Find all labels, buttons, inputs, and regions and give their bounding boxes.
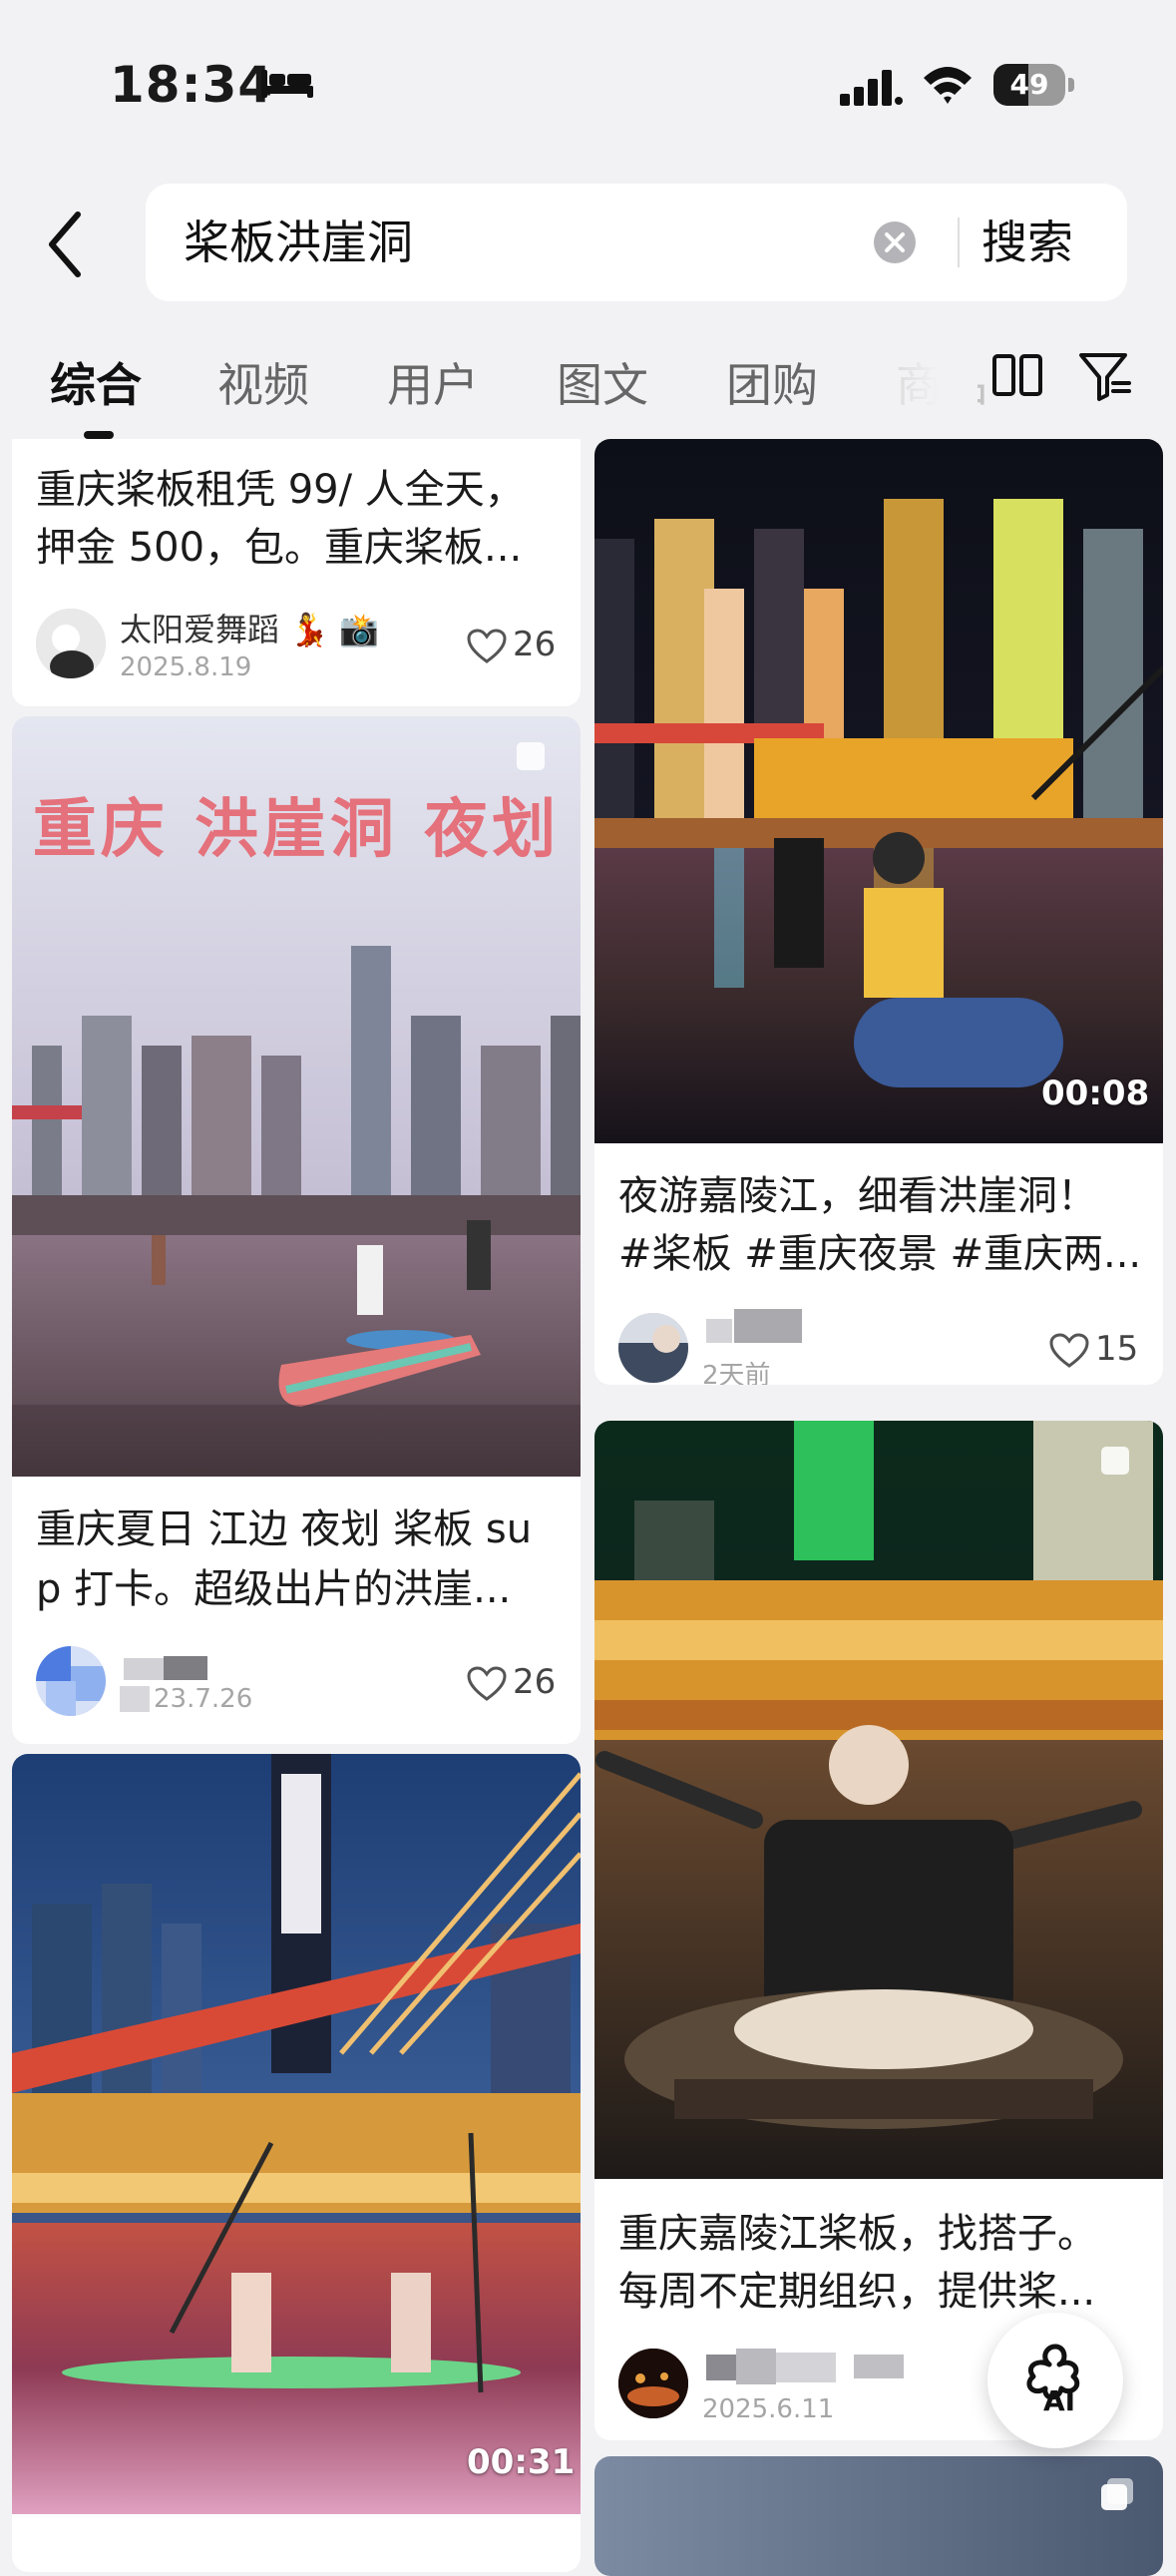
avatar[interactable]: [618, 1313, 688, 1383]
battery-indicator: 49: [993, 64, 1075, 106]
note-card[interactable]: 重庆桨板租凭 99/ 人全天， 押金 500，包。重庆桨板... 太阳爱舞蹈 💃…: [12, 439, 581, 706]
active-tab-indicator: [84, 431, 114, 439]
ai-assistant-button[interactable]: AI: [987, 2313, 1123, 2448]
video-duration: 00:31: [467, 2442, 576, 2482]
tab-group-buy[interactable]: 团购: [726, 349, 818, 415]
video-card[interactable]: 00:31: [12, 1754, 581, 2572]
video-duration: 00:08: [1041, 1073, 1150, 1113]
tab-comprehensive[interactable]: 综合: [50, 349, 142, 415]
filter-icon[interactable]: [1077, 349, 1133, 405]
heart-icon[interactable]: [467, 629, 507, 664]
layout-toggle-icon[interactable]: [991, 351, 1043, 403]
signal-icon: [840, 70, 903, 106]
search-button[interactable]: 搜索: [981, 184, 1073, 301]
card-title: p 打卡。超级出片的洪崖...: [36, 1566, 512, 1612]
heart-icon[interactable]: [467, 1666, 507, 1702]
multi-image-icon: [517, 742, 545, 770]
clear-icon[interactable]: [874, 221, 916, 263]
tab-users[interactable]: 用户: [387, 349, 479, 415]
avatar[interactable]: [618, 2349, 688, 2418]
back-icon[interactable]: [40, 205, 94, 284]
bed-icon: [261, 70, 313, 98]
search-bar[interactable]: 桨板洪崖洞 搜索: [146, 184, 1127, 301]
note-card[interactable]: [594, 2456, 1163, 2576]
cover-image: [12, 1754, 581, 2514]
like-count: 26: [513, 1662, 557, 1702]
card-title: 夜游嘉陵江，细看洪崖洞！: [618, 1173, 1097, 1219]
ai-label: AI: [1043, 2384, 1076, 2417]
video-card[interactable]: 00:08 夜游嘉陵江，细看洪崖洞！ #桨板 #重庆夜景 #重庆两... 2天前…: [594, 439, 1163, 1385]
multi-image-icon: [1101, 2478, 1133, 2510]
cover-image: [594, 439, 1163, 1143]
wifi-icon: [924, 67, 972, 104]
like-count: 15: [1095, 1329, 1139, 1369]
author-name-redacted: [124, 1658, 164, 1680]
cover-image: [594, 2456, 1163, 2576]
card-title: 重庆嘉陵江桨板，找搭子。: [618, 2211, 1097, 2257]
post-date: 2天前: [702, 1361, 771, 1385]
search-divider: [958, 217, 960, 267]
card-title: 重庆桨板租凭 99/ 人全天，: [36, 467, 525, 513]
author-name[interactable]: 太阳爱舞蹈 💃 📸: [120, 605, 379, 650]
cover-banner-text: 重庆 洪崖洞 夜划: [32, 793, 561, 867]
post-date: 2025.8.19: [120, 652, 252, 682]
avatar[interactable]: [36, 609, 106, 678]
multi-image-icon: [1101, 1447, 1129, 1475]
post-date: 2025.6.11: [702, 2394, 835, 2424]
post-date: 23.7.26: [154, 1684, 253, 1714]
author-name-redacted: [706, 2355, 736, 2380]
card-title: 每周不定期组织，提供桨...: [618, 2269, 1096, 2315]
heart-icon[interactable]: [1049, 1333, 1089, 1369]
like-count: 26: [513, 625, 557, 664]
card-title: 重庆夏日 江边 夜划 桨板 su: [36, 1506, 533, 1552]
battery-level: 49: [1009, 68, 1049, 101]
author-name-redacted: [706, 1319, 732, 1343]
card-title: 押金 500，包。重庆桨板...: [36, 525, 523, 571]
avatar[interactable]: [36, 1646, 106, 1716]
status-time: 18:34: [110, 56, 274, 114]
note-card[interactable]: 重庆嘉陵江桨板，找搭子。 每周不定期组织，提供桨... 2025.6.11: [594, 1421, 1163, 2440]
tab-video[interactable]: 视频: [217, 349, 309, 415]
search-input[interactable]: 桨板洪崖洞: [184, 184, 413, 301]
card-title: #桨板 #重庆夜景 #重庆两...: [618, 1231, 1142, 1277]
tab-image-text[interactable]: 图文: [557, 349, 648, 415]
note-card[interactable]: 重庆 洪崖洞 夜划 重庆夏日 江边 夜划 桨板 su p 打卡。超级出片的洪崖.…: [12, 716, 581, 1744]
cover-image: [594, 1421, 1163, 2179]
